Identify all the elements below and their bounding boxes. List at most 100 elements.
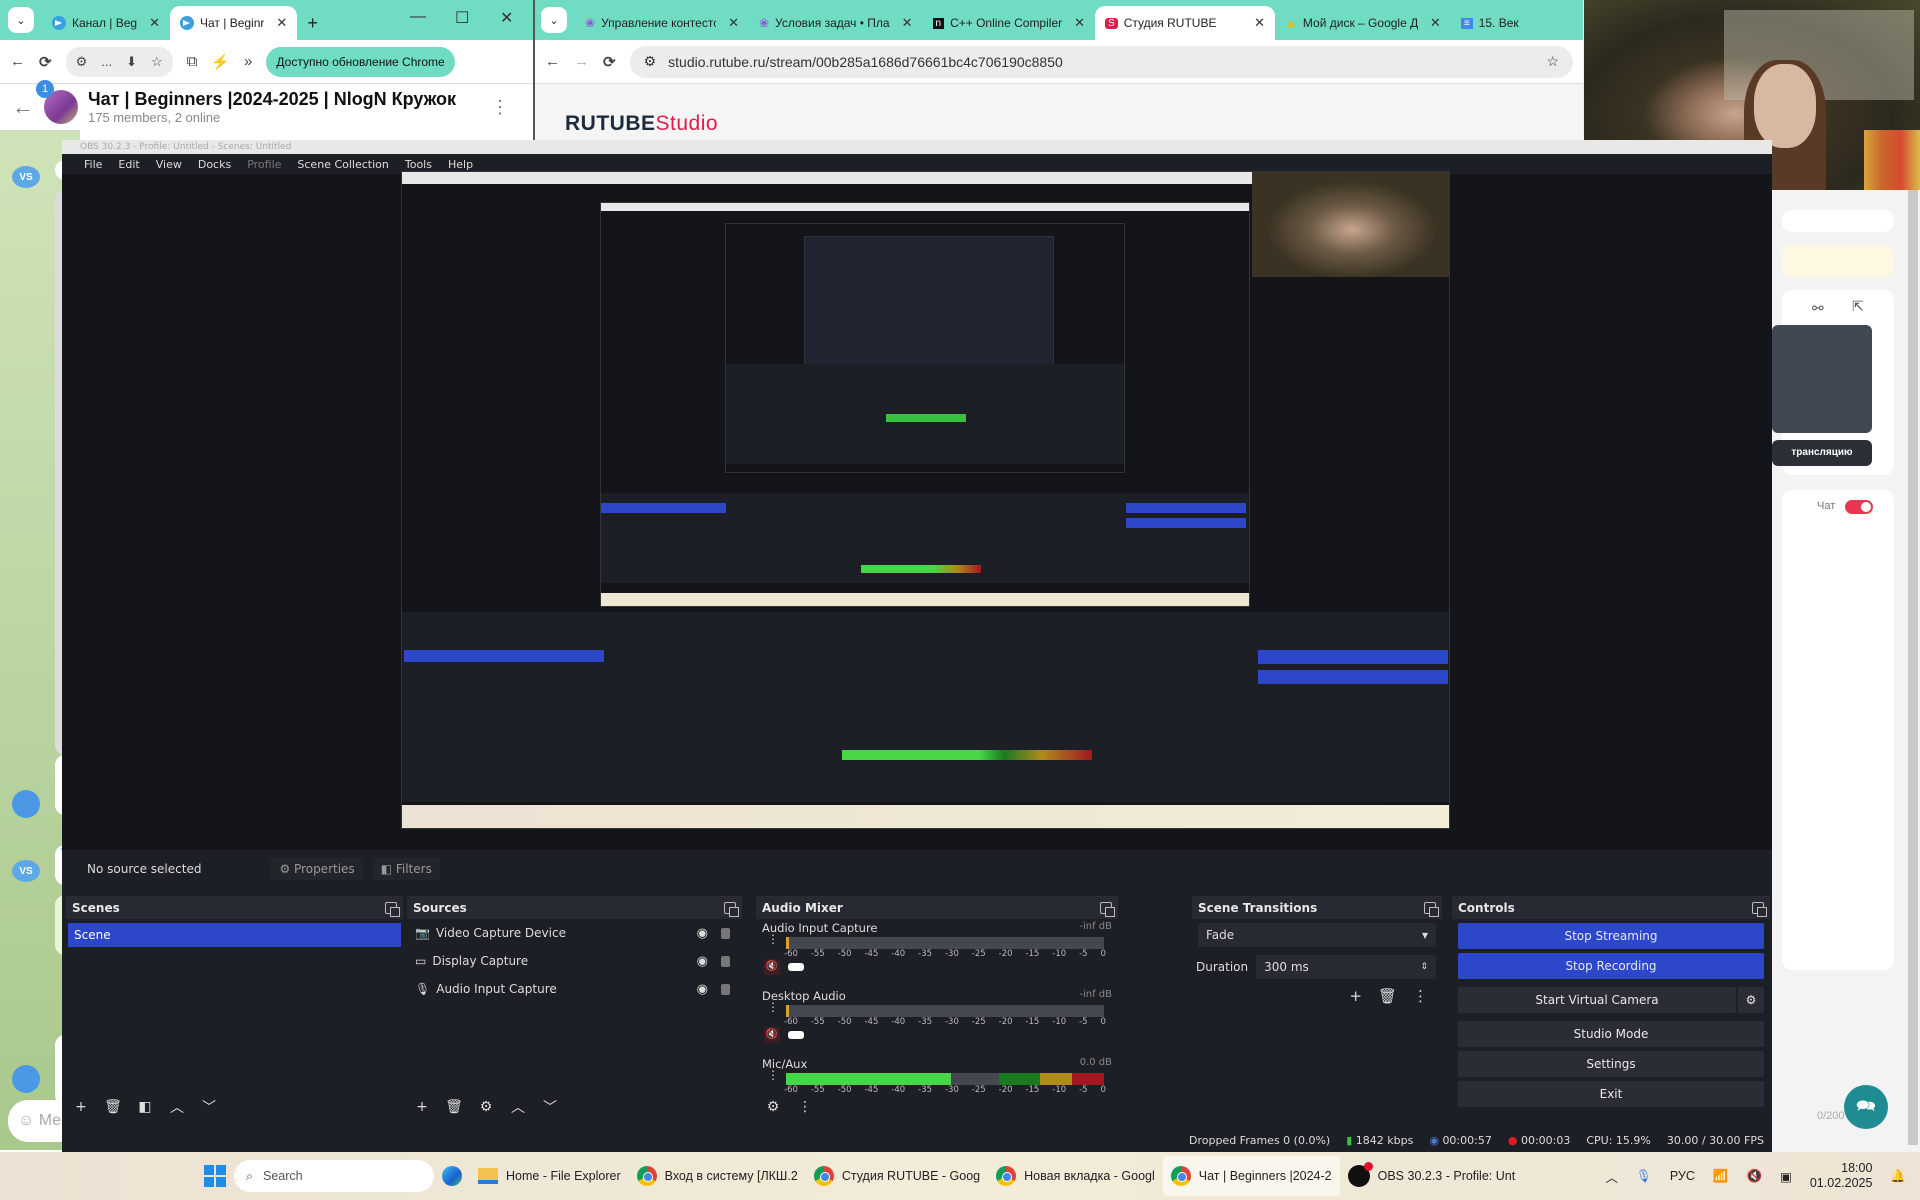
clock[interactable]: 18:00 01.02.2025 bbox=[1810, 1161, 1873, 1191]
install-app-icon[interactable]: ⬇ bbox=[126, 54, 137, 70]
undock-icon[interactable] bbox=[1752, 902, 1767, 917]
show-hidden-icons-chevron[interactable]: ︿ bbox=[1605, 1167, 1618, 1186]
more-options-icon[interactable]: ⋮ bbox=[491, 97, 509, 118]
microphone-icon[interactable]: 🎙 bbox=[1636, 1169, 1652, 1184]
back-arrow-icon[interactable]: ← bbox=[12, 94, 34, 120]
settings-button[interactable]: Settings bbox=[1458, 1051, 1764, 1077]
volume-slider-handle[interactable] bbox=[788, 1031, 804, 1039]
tab-search-button[interactable]: ⌄ bbox=[541, 7, 567, 33]
lock-icon[interactable] bbox=[721, 927, 730, 939]
notifications-bell-icon[interactable]: 🔔 bbox=[1890, 1169, 1906, 1184]
close-tab-icon[interactable]: ✕ bbox=[902, 15, 913, 31]
undock-icon[interactable] bbox=[1424, 902, 1439, 917]
transition-select[interactable]: Fade ▾ bbox=[1198, 923, 1436, 947]
chat-toggle-switch[interactable] bbox=[1845, 500, 1873, 514]
start-virtual-camera-button[interactable]: Start Virtual Camera bbox=[1458, 987, 1736, 1013]
back-button[interactable]: ← bbox=[545, 53, 560, 70]
add-source-button[interactable]: + bbox=[411, 1096, 433, 1118]
stop-streaming-button[interactable]: Stop Streaming bbox=[1458, 923, 1764, 949]
muted-speaker-icon[interactable]: 🔇 bbox=[764, 959, 780, 975]
tab-contest-management[interactable]: ❀ Управление контесто ✕ bbox=[575, 6, 749, 40]
undock-icon[interactable] bbox=[724, 902, 739, 917]
add-scene-button[interactable]: + bbox=[70, 1096, 92, 1118]
lock-icon[interactable] bbox=[721, 983, 730, 995]
close-window-button[interactable]: ✕ bbox=[500, 8, 513, 28]
volume-muted-icon[interactable]: 🔇 bbox=[1746, 1169, 1762, 1184]
start-button[interactable] bbox=[196, 1156, 234, 1196]
transition-menu-icon[interactable]: ⋮ bbox=[1413, 987, 1428, 1005]
tab-search-button[interactable]: ⌄ bbox=[8, 7, 34, 33]
taskbar-app-chrome-rutube[interactable]: Студия RUTUBE - Goog bbox=[806, 1156, 988, 1196]
menu-help[interactable]: Help bbox=[448, 158, 473, 171]
filters-button[interactable]: ◧ Filters bbox=[372, 858, 440, 880]
undock-icon[interactable] bbox=[385, 902, 400, 917]
extensions-icon[interactable]: ⧉ bbox=[187, 53, 198, 70]
address-bar-collapsed[interactable]: ⚙ ... ⬇ ☆ bbox=[65, 46, 173, 77]
menu-view[interactable]: View bbox=[156, 158, 182, 171]
language-indicator[interactable]: РУС bbox=[1670, 1169, 1695, 1183]
taskbar-app-chrome-chat[interactable]: Чат | Beginners |2024-2 bbox=[1162, 1156, 1340, 1196]
forward-button[interactable]: → bbox=[574, 53, 589, 70]
lock-icon[interactable] bbox=[721, 955, 730, 967]
tab-telegram-channel[interactable]: Канал | Beg ✕ bbox=[42, 6, 170, 40]
scene-item[interactable]: Scene bbox=[68, 923, 401, 947]
close-tab-icon[interactable]: ✕ bbox=[1074, 15, 1085, 31]
menu-tools[interactable]: Tools bbox=[405, 158, 432, 171]
virtual-camera-settings-icon[interactable]: ⚙ bbox=[1738, 987, 1764, 1013]
rutube-studio-logo[interactable]: RUTUBEStudio bbox=[565, 112, 718, 136]
taskbar-app-chrome-newtab[interactable]: Новая вкладка - Googl bbox=[988, 1156, 1163, 1196]
muted-speaker-icon[interactable]: 🔇 bbox=[764, 1027, 780, 1043]
move-scene-up-button[interactable]: ︿ bbox=[166, 1096, 188, 1118]
undock-icon[interactable] bbox=[1100, 902, 1115, 917]
move-scene-down-button[interactable]: ﹀ bbox=[198, 1096, 220, 1118]
scene-filters-button[interactable]: ◧ bbox=[134, 1096, 156, 1118]
back-button[interactable]: ← bbox=[10, 53, 25, 70]
visibility-eye-icon[interactable]: ◉ bbox=[697, 926, 708, 941]
chat-fab-button[interactable]: 🗪 bbox=[1844, 1085, 1888, 1129]
studio-mode-button[interactable]: Studio Mode bbox=[1458, 1021, 1764, 1047]
taskbar-app-obs[interactable]: OBS 30.2.3 - Profile: Unt bbox=[1340, 1156, 1524, 1196]
stream-action-button[interactable]: трансляцию bbox=[1772, 440, 1872, 466]
close-tab-icon[interactable]: ✕ bbox=[728, 15, 739, 31]
avatar[interactable] bbox=[12, 1065, 40, 1093]
tab-telegram-chat[interactable]: Чат | Beginr ✕ bbox=[170, 6, 298, 40]
overflow-chevron-icon[interactable]: » bbox=[244, 53, 252, 70]
chat-title[interactable]: Чат | Beginners |2024-2025 | NlogN Кружо… bbox=[88, 89, 456, 110]
share-icon[interactable]: ⚯ bbox=[1812, 300, 1824, 317]
menu-scene-collection[interactable]: Scene Collection bbox=[297, 158, 388, 171]
reload-button[interactable]: ⟳ bbox=[603, 53, 616, 71]
duration-spinbox[interactable]: 300 ms ⇕ bbox=[1256, 955, 1436, 979]
channel-menu-icon[interactable]: ⋮ bbox=[766, 1001, 780, 1013]
avatar[interactable]: VS bbox=[12, 860, 40, 882]
move-source-up-button[interactable]: ︿ bbox=[507, 1096, 529, 1118]
close-tab-icon[interactable]: ✕ bbox=[276, 15, 287, 31]
tab-cpp-compiler[interactable]: n C++ Online Compiler ✕ bbox=[923, 6, 1096, 40]
mixer-menu-icon[interactable]: ⋮ bbox=[794, 1096, 816, 1118]
stop-recording-button[interactable]: Stop Recording bbox=[1458, 953, 1764, 979]
reload-button[interactable]: ⟳ bbox=[39, 53, 52, 71]
edge-app[interactable] bbox=[434, 1156, 470, 1196]
tab-google-drive[interactable]: ▲ Мой диск – Google Д ✕ bbox=[1275, 6, 1451, 40]
move-source-down-button[interactable]: ﹀ bbox=[539, 1096, 561, 1118]
maximize-button[interactable]: ☐ bbox=[455, 8, 469, 28]
bookmark-star-icon[interactable]: ☆ bbox=[151, 54, 163, 70]
spin-arrows-icon[interactable]: ⇕ bbox=[1420, 962, 1428, 972]
menu-file[interactable]: File bbox=[84, 158, 102, 171]
performance-icon[interactable]: ⚡ bbox=[211, 53, 230, 71]
close-tab-icon[interactable]: ✕ bbox=[1430, 15, 1441, 31]
remove-transition-button[interactable]: 🗑 bbox=[1378, 987, 1397, 1005]
visibility-eye-icon[interactable]: ◉ bbox=[697, 954, 708, 969]
taskbar-search[interactable]: ⌕ Search bbox=[234, 1160, 434, 1192]
visibility-eye-icon[interactable]: ◉ bbox=[697, 982, 708, 997]
open-external-icon[interactable]: ⇱ bbox=[1852, 298, 1864, 315]
taskbar-app-chrome-login[interactable]: Вход в систему [ЛКШ.2 bbox=[629, 1156, 806, 1196]
menu-edit[interactable]: Edit bbox=[118, 158, 139, 171]
minimize-button[interactable]: — bbox=[410, 8, 426, 26]
battery-icon[interactable]: ▣ bbox=[1780, 1169, 1792, 1184]
channel-menu-icon[interactable]: ⋮ bbox=[766, 933, 780, 945]
avatar[interactable]: VS bbox=[12, 166, 40, 188]
advanced-audio-settings-icon[interactable]: ⚙ bbox=[762, 1096, 784, 1118]
tab-rutube-studio[interactable]: S Студия RUTUBE ✕ bbox=[1095, 6, 1276, 40]
page-scrollbar[interactable] bbox=[1908, 190, 1918, 1145]
close-tab-icon[interactable]: ✕ bbox=[149, 15, 160, 31]
